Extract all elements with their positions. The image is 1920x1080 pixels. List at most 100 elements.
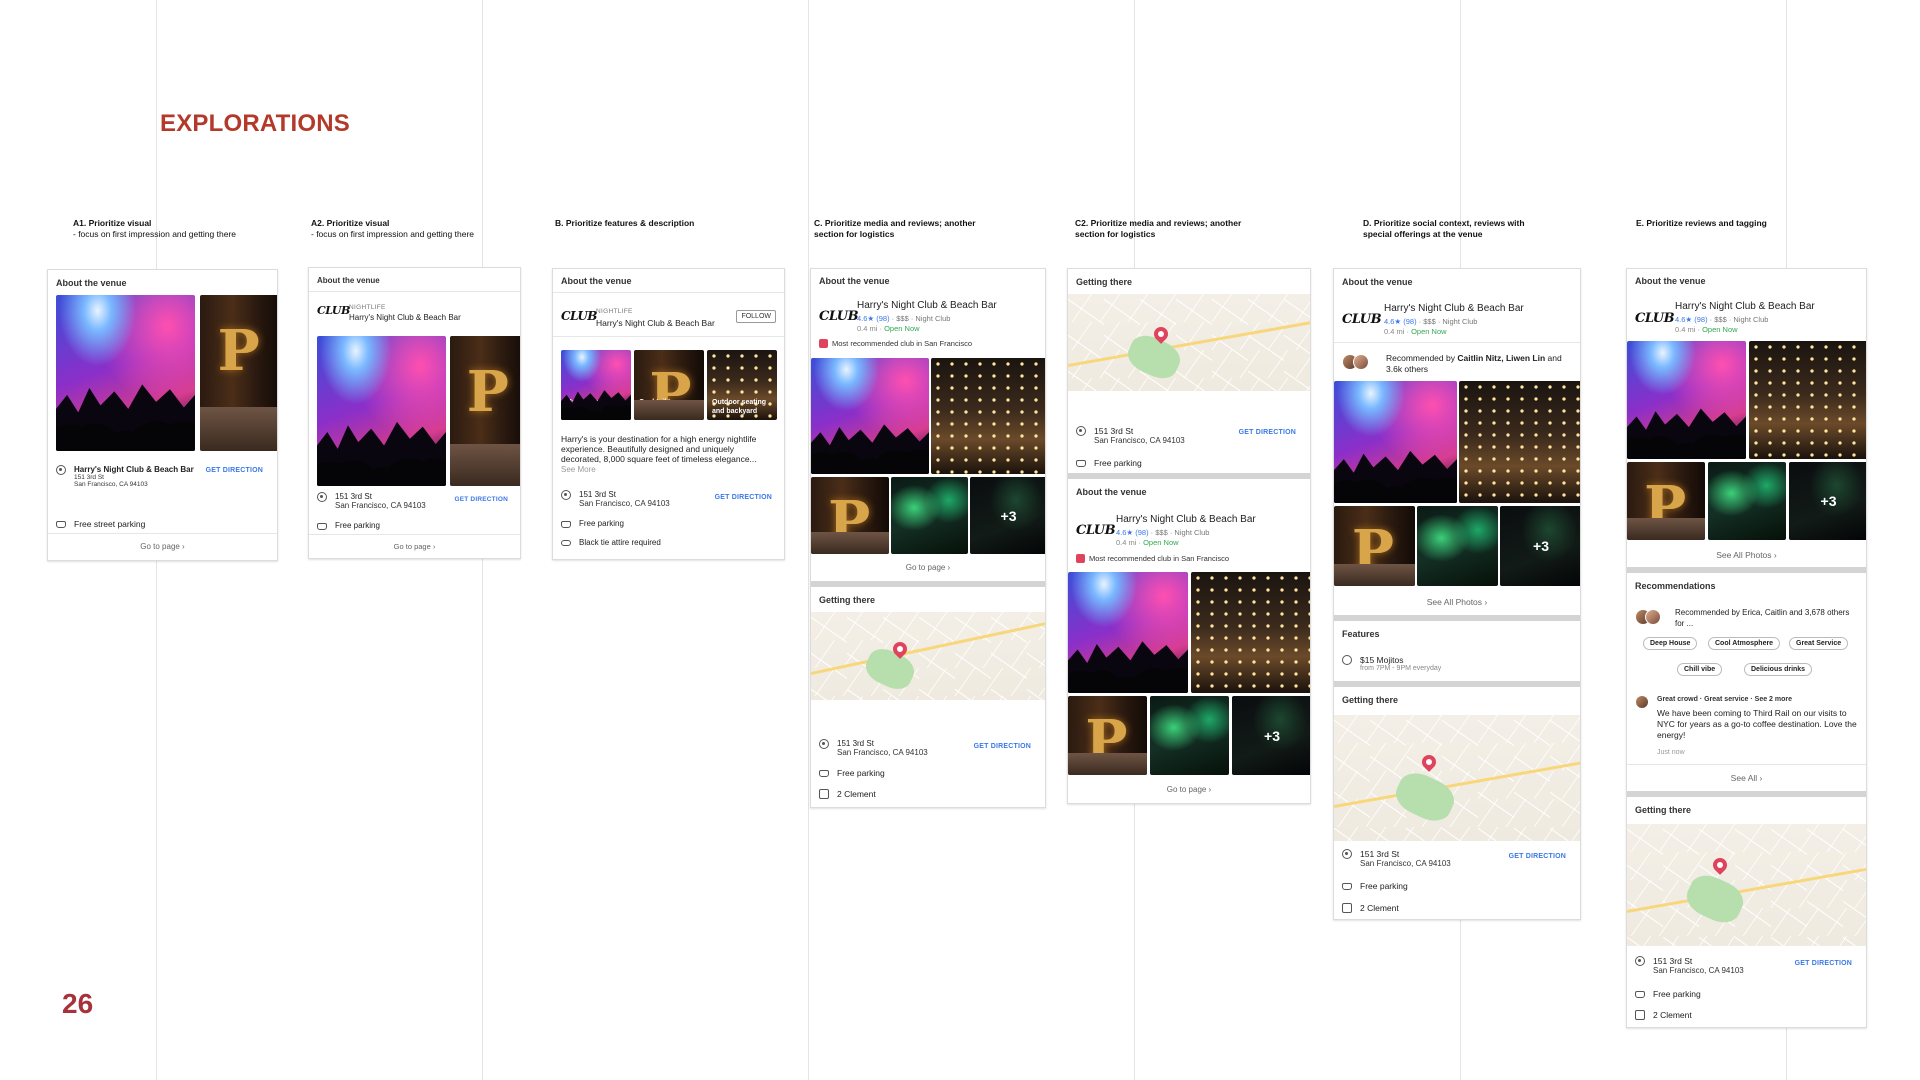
venue-name[interactable]: Harry's Night Club & Beach Bar [1675, 301, 1815, 312]
suit-icon [561, 540, 571, 546]
more-photos-count: +3 [1232, 696, 1310, 775]
review-text: We have been coming to Third Rail on our… [1657, 708, 1857, 740]
go-to-page-link[interactable]: Go to page › [1068, 785, 1310, 794]
divider [1334, 342, 1580, 343]
venue-name[interactable]: Harry's Night Club & Beach Bar [1116, 514, 1256, 525]
card-a1: About the venue Main Stage Cocktail Loun… [47, 269, 278, 561]
get-direction-link[interactable]: GET DIRECTION [715, 494, 772, 501]
tag-chip[interactable]: Deep House [1643, 637, 1698, 650]
see-more-link[interactable]: See More [561, 465, 596, 474]
bus-icon [1635, 1010, 1645, 1020]
photo-more[interactable]: +3 [1789, 462, 1866, 540]
map[interactable] [1334, 715, 1580, 841]
section-title: Recommendations [1635, 581, 1716, 591]
photo-cocktail-lounge[interactable]: Cocktail Lounge [450, 336, 520, 486]
offer-row: $15 Mojitos from 7PM - 9PM everyday [1342, 655, 1572, 672]
go-to-page-link[interactable]: Go to page › [48, 542, 277, 551]
location-icon [561, 490, 571, 500]
category-label: NIGHTLIFE [596, 308, 633, 315]
photo-outdoor[interactable] [1191, 572, 1310, 693]
photo-lounge[interactable] [1334, 506, 1415, 586]
venue-name[interactable]: Harry's Night Club & Beach Bar [857, 300, 997, 311]
club-logo: CLUB [1342, 312, 1382, 327]
photo-outdoor[interactable] [931, 358, 1045, 474]
category-label: NIGHTLIFE [349, 304, 386, 311]
venue-name[interactable]: Harry's Night Club & Beach Bar [349, 313, 461, 322]
card-e: About the venue CLUB Harry's Night Club … [1626, 268, 1867, 1028]
map[interactable] [1627, 824, 1866, 946]
photo-main-stage[interactable] [1068, 572, 1188, 693]
section-title: About the venue [1635, 276, 1706, 286]
section-title: About the venue [819, 276, 890, 286]
photo-outdoor[interactable] [1459, 381, 1580, 503]
photo-caption: Main Stage [56, 435, 195, 451]
get-direction-link[interactable]: GET DIRECTION [1795, 960, 1852, 967]
map[interactable] [1068, 294, 1310, 391]
photo-main-stage[interactable] [1627, 341, 1746, 459]
tag-chip[interactable]: Great Service [1789, 637, 1849, 650]
photo-lounge[interactable] [811, 477, 889, 554]
photo-caption: Main Stage [317, 470, 446, 486]
column-heading-a1: A1. Prioritize visual - focus on first im… [73, 218, 236, 239]
recommended-badge: Most recommended club in San Francisco [1076, 554, 1229, 563]
more-photos-count: +3 [1500, 506, 1580, 586]
photo-outdoor[interactable] [1749, 341, 1866, 459]
transit-row: 2 Clement [819, 789, 1037, 799]
photo-more[interactable]: +3 [1500, 506, 1580, 586]
photo-cocktail-bar[interactable]: Cocktail Lounge and Bar Tap [634, 350, 704, 420]
photo-lounge[interactable] [1068, 696, 1147, 775]
go-to-page-link[interactable]: Go to page › [811, 563, 1045, 572]
photo-crowd[interactable] [891, 477, 968, 554]
car-icon [1076, 460, 1086, 467]
photo-crowd[interactable] [1150, 696, 1229, 775]
photo-more[interactable]: +3 [970, 477, 1045, 554]
map[interactable] [811, 612, 1045, 700]
photo-caption: Cocktail Lounge [450, 470, 520, 486]
get-direction-link[interactable]: GET DIRECTION [454, 496, 508, 503]
divider [553, 336, 784, 337]
section-title: Getting there [1635, 805, 1692, 815]
venue-name[interactable]: Harry's Night Club & Beach Bar [1384, 303, 1524, 314]
photo-caption: Main Stage View [566, 399, 603, 415]
club-logo: CLUB [1635, 311, 1675, 326]
card-c2: Getting there 151 3rd St San Francisco, C… [1067, 268, 1311, 804]
go-to-page-link[interactable]: Go to page › [309, 542, 520, 551]
recommended-badge: Most recommended club in San Francisco [819, 339, 972, 348]
photo-main-stage[interactable]: Main Stage [317, 336, 446, 486]
venue-name[interactable]: Harry's Night Club & Beach Bar [596, 318, 715, 328]
venue-distance: 0.4 mi · Open Now [1116, 538, 1179, 547]
photo-lounge[interactable] [1627, 462, 1705, 540]
photo-main-stage-view[interactable]: Main Stage View [561, 350, 631, 420]
photo-main-stage[interactable] [1334, 381, 1457, 503]
club-logo: CLUB [1076, 523, 1116, 538]
tag-chip[interactable]: Cool Atmosphere [1708, 637, 1781, 650]
photo-outdoor-seating[interactable]: Outdoor seating and backyard [707, 350, 777, 420]
get-direction-link[interactable]: GET DIRECTION [1239, 429, 1296, 436]
section-divider [1627, 567, 1866, 573]
dress-code-row: Black tie attire required [561, 538, 776, 547]
see-all-photos-link[interactable]: See All Photos › [1627, 550, 1866, 560]
map-pin-icon [1710, 855, 1730, 875]
review-time: Just now [1657, 749, 1685, 756]
photo-crowd[interactable] [1417, 506, 1498, 586]
photo-cocktail-lounge[interactable]: Cocktail Lounge [200, 295, 277, 451]
avatar [1645, 609, 1661, 625]
transit-row: 2 Clement [1635, 1010, 1858, 1020]
offer-icon [1342, 655, 1352, 665]
follow-button[interactable]: FOLLOW [736, 310, 776, 323]
get-direction-link[interactable]: GET DIRECTION [1509, 853, 1566, 860]
see-all-photos-link[interactable]: See All Photos › [1334, 597, 1580, 607]
photo-more[interactable]: +3 [1232, 696, 1310, 775]
get-direction-link[interactable]: GET DIRECTION [206, 467, 263, 474]
tag-chip[interactable]: Delicious drinks [1744, 663, 1813, 676]
get-direction-link[interactable]: GET DIRECTION [974, 743, 1031, 750]
section-divider [1627, 791, 1866, 797]
photo-main-stage[interactable] [811, 358, 929, 474]
photo-main-stage[interactable]: Main Stage [56, 295, 195, 451]
parking-row: Free parking [1635, 989, 1858, 999]
see-all-link[interactable]: See All › [1627, 773, 1866, 783]
tag-chip[interactable]: Chill vibe [1677, 663, 1723, 676]
photo-crowd[interactable] [1708, 462, 1786, 540]
card-b: About the venue CLUB NIGHTLIFE Harry's N… [552, 268, 785, 560]
section-title: About the venue [1076, 487, 1147, 497]
